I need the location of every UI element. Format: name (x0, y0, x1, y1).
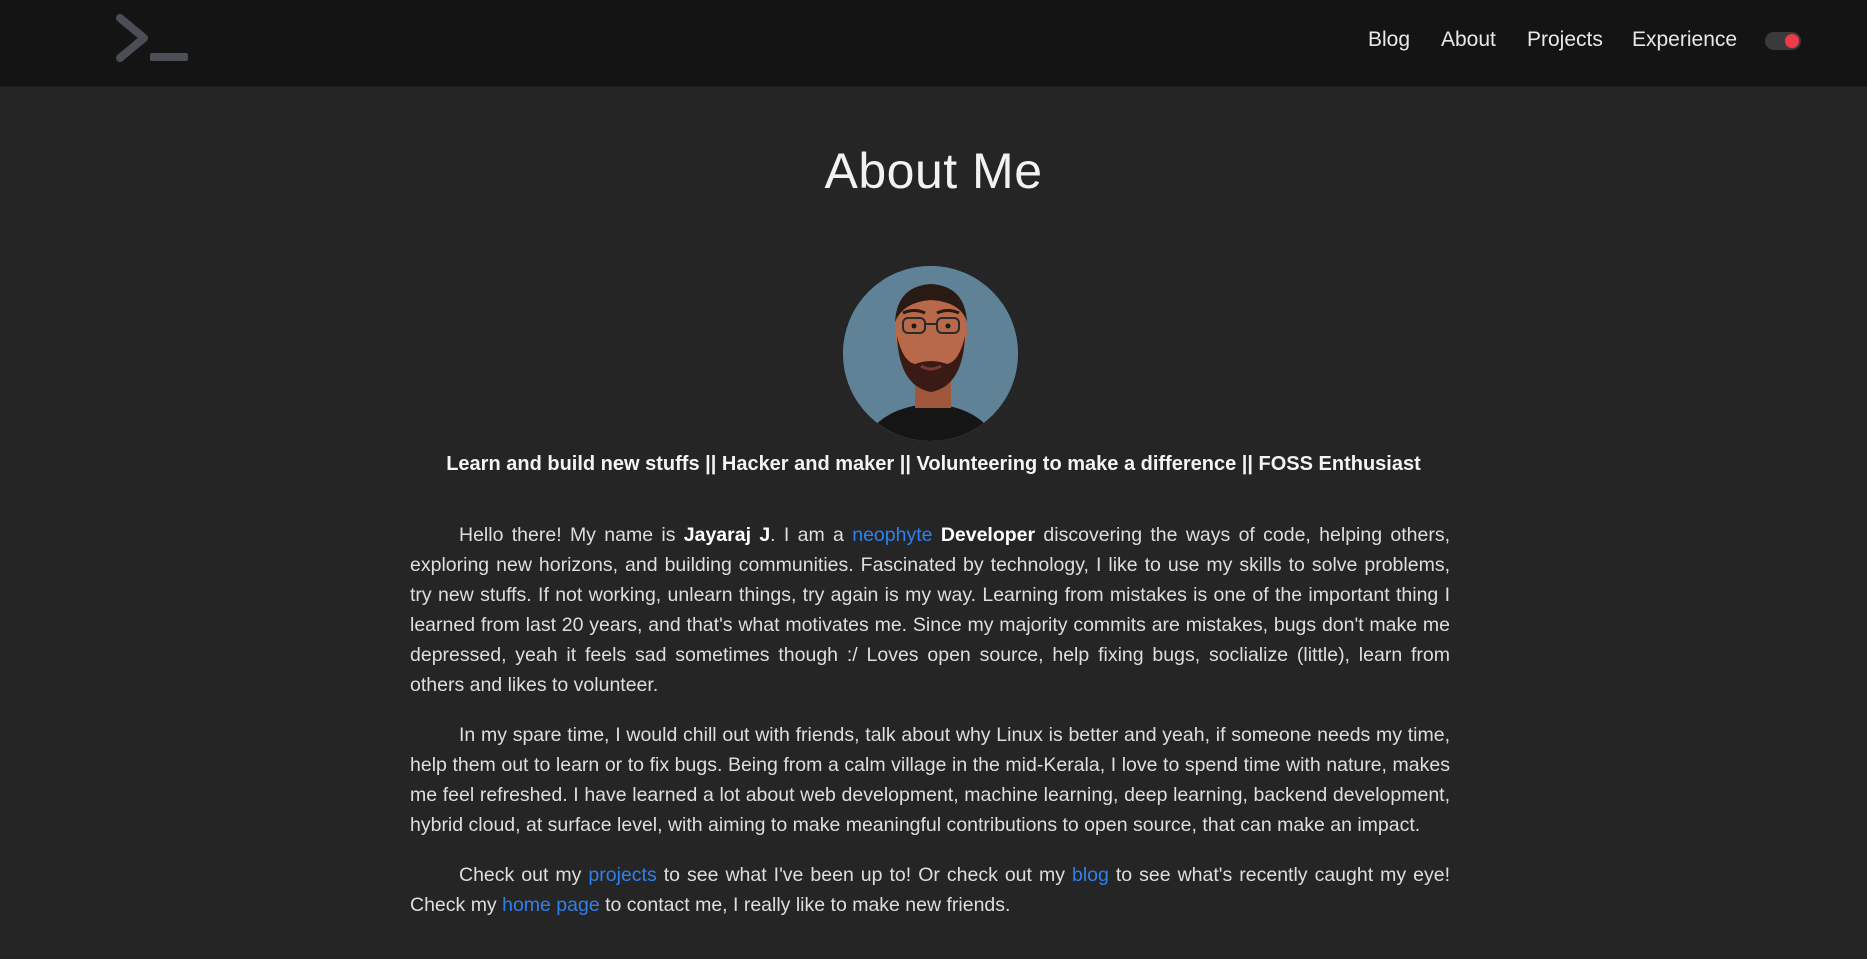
avatar-portrait (843, 266, 1018, 441)
nav-link-blog[interactable]: Blog (1368, 28, 1410, 52)
blog-link[interactable]: blog (1072, 864, 1109, 886)
about-paragraph-3: Check out my projects to see what I've b… (410, 864, 1450, 916)
about-paragraph-1: Hello there! My name is Jayaraj J. I am … (410, 524, 1450, 696)
developer-label: Developer (940, 524, 1036, 546)
toggle-knob (1785, 34, 1799, 48)
projects-link[interactable]: projects (588, 864, 656, 886)
terminal-prompt-icon[interactable] (116, 14, 192, 66)
page-title: About Me (824, 143, 1043, 199)
theme-toggle[interactable] (1765, 32, 1801, 50)
home-page-link[interactable]: home page (502, 894, 600, 916)
tagline: Learn and build new stuffs || Hacker and… (446, 453, 1421, 475)
avatar (843, 266, 1018, 441)
nav-link-experience[interactable]: Experience (1632, 28, 1737, 52)
about-paragraph-2: In my spare time, I would chill out with… (410, 724, 1450, 836)
navbar: Blog About Projects Experience (0, 0, 1867, 87)
author-name: Jayaraj J (683, 524, 771, 546)
about-content: Hello there! My name is Jayaraj J. I am … (410, 520, 1450, 940)
nav-link-projects[interactable]: Projects (1527, 28, 1603, 52)
neophyte-link[interactable]: neophyte (852, 524, 932, 546)
nav-link-about[interactable]: About (1441, 28, 1496, 52)
